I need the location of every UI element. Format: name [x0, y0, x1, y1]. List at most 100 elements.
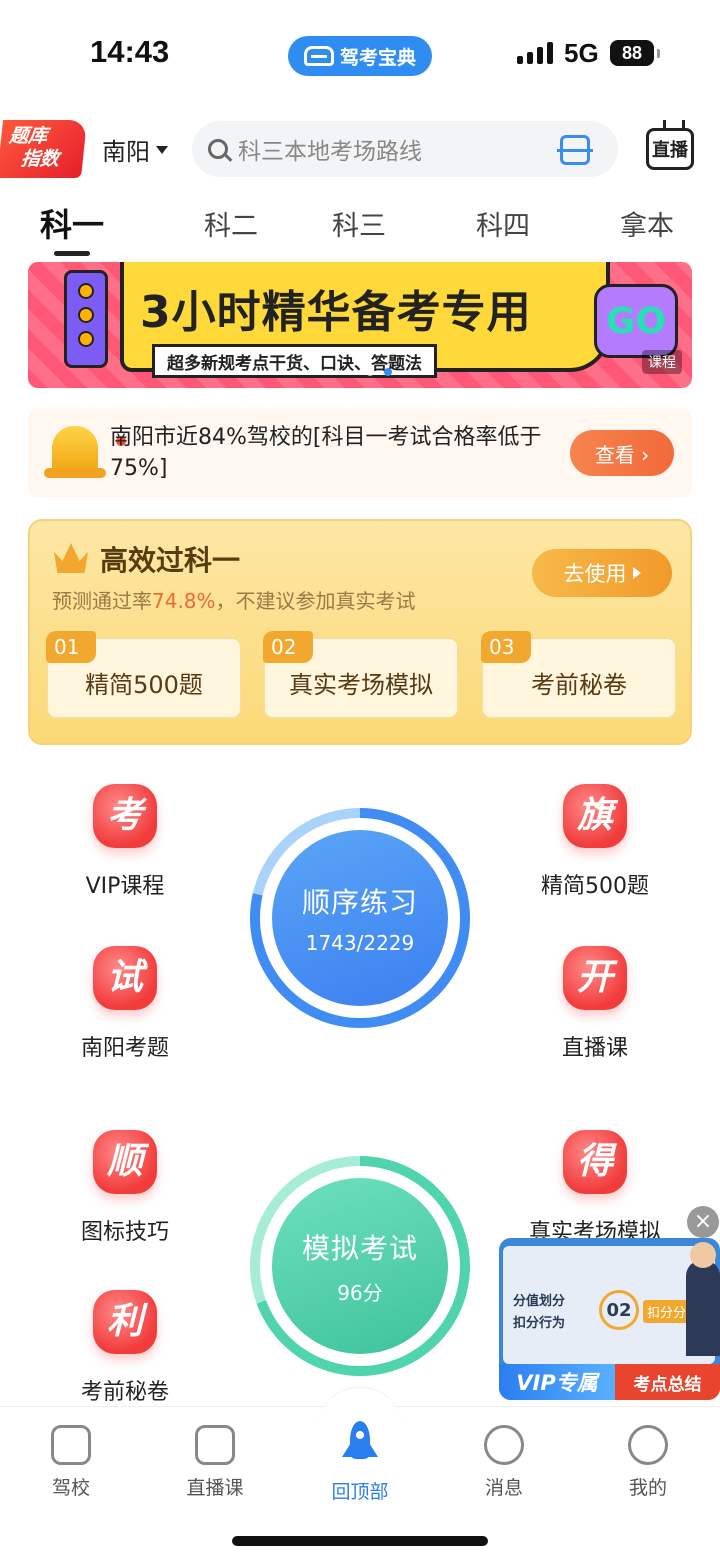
item-label: 考前秘卷: [531, 671, 627, 699]
sequential-practice-button[interactable]: 顺序练习 1743/2229: [250, 808, 470, 1028]
search-placeholder: 科三本地考场路线: [238, 139, 422, 165]
tab-underline: [54, 251, 90, 256]
mock-score: 96分: [337, 1280, 383, 1305]
grid-sign-tips[interactable]: 顺 图标技巧: [35, 1130, 215, 1246]
bell-icon: [40, 422, 126, 484]
nav-profile[interactable]: 我的: [593, 1421, 703, 1500]
chat-icon: [484, 1425, 524, 1465]
efficient-title: 高效过科一: [100, 544, 241, 577]
close-icon[interactable]: ×: [687, 1206, 719, 1238]
grid-500-questions[interactable]: 旗 精简500题: [505, 784, 685, 900]
banner-go: GO: [594, 284, 678, 358]
app-name-pill[interactable]: 驾考宝典: [288, 36, 432, 76]
tab-get-license[interactable]: 拿本: [620, 204, 674, 243]
grid-local-questions[interactable]: 试 南阳考题: [35, 946, 215, 1062]
caret-down-icon: [156, 145, 168, 154]
city-label: 南阳: [102, 138, 150, 166]
carousel-dots: [366, 368, 392, 376]
grid-label: 直播课: [561, 1036, 628, 1061]
battery-icon: 88: [610, 40, 660, 66]
grid-secret-paper[interactable]: 利 考前秘卷: [35, 1290, 215, 1406]
live-label: 直播: [652, 140, 688, 161]
promo-banner[interactable]: 3小时精华备考专用 超多新规考点干货、口诀、答题法 GO 课程: [28, 262, 692, 388]
tab-subject-1[interactable]: 科一: [40, 200, 104, 246]
search-icon: [208, 139, 228, 159]
test-glyph-icon: 试: [93, 946, 157, 1010]
scan-icon[interactable]: [557, 135, 593, 165]
rocket-icon: [340, 1421, 380, 1469]
efficient-item-500[interactable]: 01 精简500题: [46, 631, 242, 719]
exam-glyph-icon: 考: [93, 784, 157, 848]
tab-subject-2[interactable]: 科二: [204, 204, 258, 243]
home-indicator: [232, 1536, 488, 1546]
item-number: 01: [46, 631, 96, 663]
efficient-pass-card: 高效过科一 预测通过率74.8%，不建议参加真实考试 去使用 01 精简500题…: [28, 519, 692, 745]
question-bank-index-badge[interactable]: 题库 指数: [0, 120, 88, 178]
play-icon: [632, 567, 641, 579]
vip-label: VIP专属: [499, 1364, 615, 1400]
network-type: 5G: [564, 38, 599, 68]
grid-label: VIP课程: [85, 874, 165, 899]
status-time: 14:43: [90, 34, 170, 69]
teacher-avatar: [686, 1242, 720, 1356]
search-bar[interactable]: 科三本地考场路线: [192, 121, 618, 177]
practice-progress: 1743/2229: [305, 931, 415, 955]
win-glyph-icon: 得: [563, 1130, 627, 1194]
video-num: 02: [599, 1290, 639, 1330]
notice-text: 南阳市近84%驾校的[科目一考试合格率低于75%]: [110, 425, 542, 481]
item-label: 真实考场模拟: [289, 671, 433, 699]
efficient-desc: 预测通过率74.8%，不建议参加真实考试: [52, 589, 416, 613]
tab-subject-4[interactable]: 科四: [476, 204, 530, 243]
pass-rate-notice[interactable]: 南阳市近84%驾校的[科目一考试合格率低于75%] 查看 ›: [28, 408, 692, 498]
signal-icon: [517, 42, 553, 64]
car-icon: [303, 46, 334, 66]
nav-label: 驾校: [51, 1477, 90, 1499]
grid-label: 考前秘卷: [80, 1380, 169, 1405]
mock-core: 模拟考试 96分: [272, 1178, 448, 1354]
nav-label: 消息: [484, 1477, 523, 1499]
summary-label: 考点总结: [615, 1364, 720, 1400]
status-bar: 14:43 驾考宝典 5G 88: [0, 0, 720, 108]
live-tv-button[interactable]: 直播: [646, 128, 694, 170]
nav-label: 回顶部: [331, 1481, 389, 1503]
view-button[interactable]: 查看 ›: [570, 430, 674, 476]
item-label: 精简500题: [85, 671, 203, 699]
video-line1: 分值划分: [513, 1294, 566, 1309]
badge-line2: 指数: [19, 148, 61, 170]
city-selector[interactable]: 南阳: [102, 132, 168, 167]
tv-icon: [195, 1425, 235, 1465]
nav-label: 我的: [628, 1477, 667, 1499]
decor-pill: [64, 270, 108, 368]
driving-school-icon: [51, 1425, 91, 1465]
grid-label: 精简500题: [541, 874, 649, 899]
floating-video-ad[interactable]: 分值划分 扣分行为 02 扣分分值 VIP专属 考点总结: [499, 1238, 720, 1400]
nav-back-to-top[interactable]: 回顶部: [305, 1421, 415, 1504]
nav-label: 直播课: [186, 1477, 244, 1499]
tab-subject-3[interactable]: 科三: [332, 204, 386, 243]
smooth-glyph-icon: 顺: [93, 1130, 157, 1194]
practice-title: 顺序练习: [301, 886, 418, 919]
badge-line1: 题库: [8, 125, 49, 147]
efficient-item-real-exam[interactable]: 02 真实考场模拟: [263, 631, 459, 719]
grid-vip-course[interactable]: 考 VIP课程: [35, 784, 215, 900]
banner-subtitle: 超多新规考点干货、口诀、答题法: [152, 344, 437, 378]
use-button-label: 去使用: [563, 562, 627, 586]
grid-real-exam-sim[interactable]: 得 真实考场模拟: [505, 1130, 685, 1246]
grid-label: 图标技巧: [80, 1220, 169, 1245]
open-glyph-icon: 开: [563, 946, 627, 1010]
nav-live[interactable]: 直播课: [160, 1421, 270, 1500]
flag-glyph-icon: 旗: [563, 784, 627, 848]
pass-rate: 74.8%: [152, 589, 216, 613]
nav-messages[interactable]: 消息: [449, 1421, 559, 1500]
grid-live-course[interactable]: 开 直播课: [505, 946, 685, 1062]
app-name: 驾考宝典: [339, 46, 416, 69]
profile-icon: [628, 1425, 668, 1465]
mock-exam-button[interactable]: 模拟考试 96分: [250, 1156, 470, 1376]
banner-headline: 3小时精华备考专用: [140, 287, 532, 338]
use-button[interactable]: 去使用: [532, 549, 672, 597]
mock-title: 模拟考试: [301, 1231, 418, 1265]
item-number: 02: [263, 631, 313, 663]
efficient-item-secret[interactable]: 03 考前秘卷: [481, 631, 677, 719]
practice-core: 顺序练习 1743/2229: [272, 830, 448, 1006]
nav-driving-school[interactable]: 驾校: [16, 1421, 126, 1500]
